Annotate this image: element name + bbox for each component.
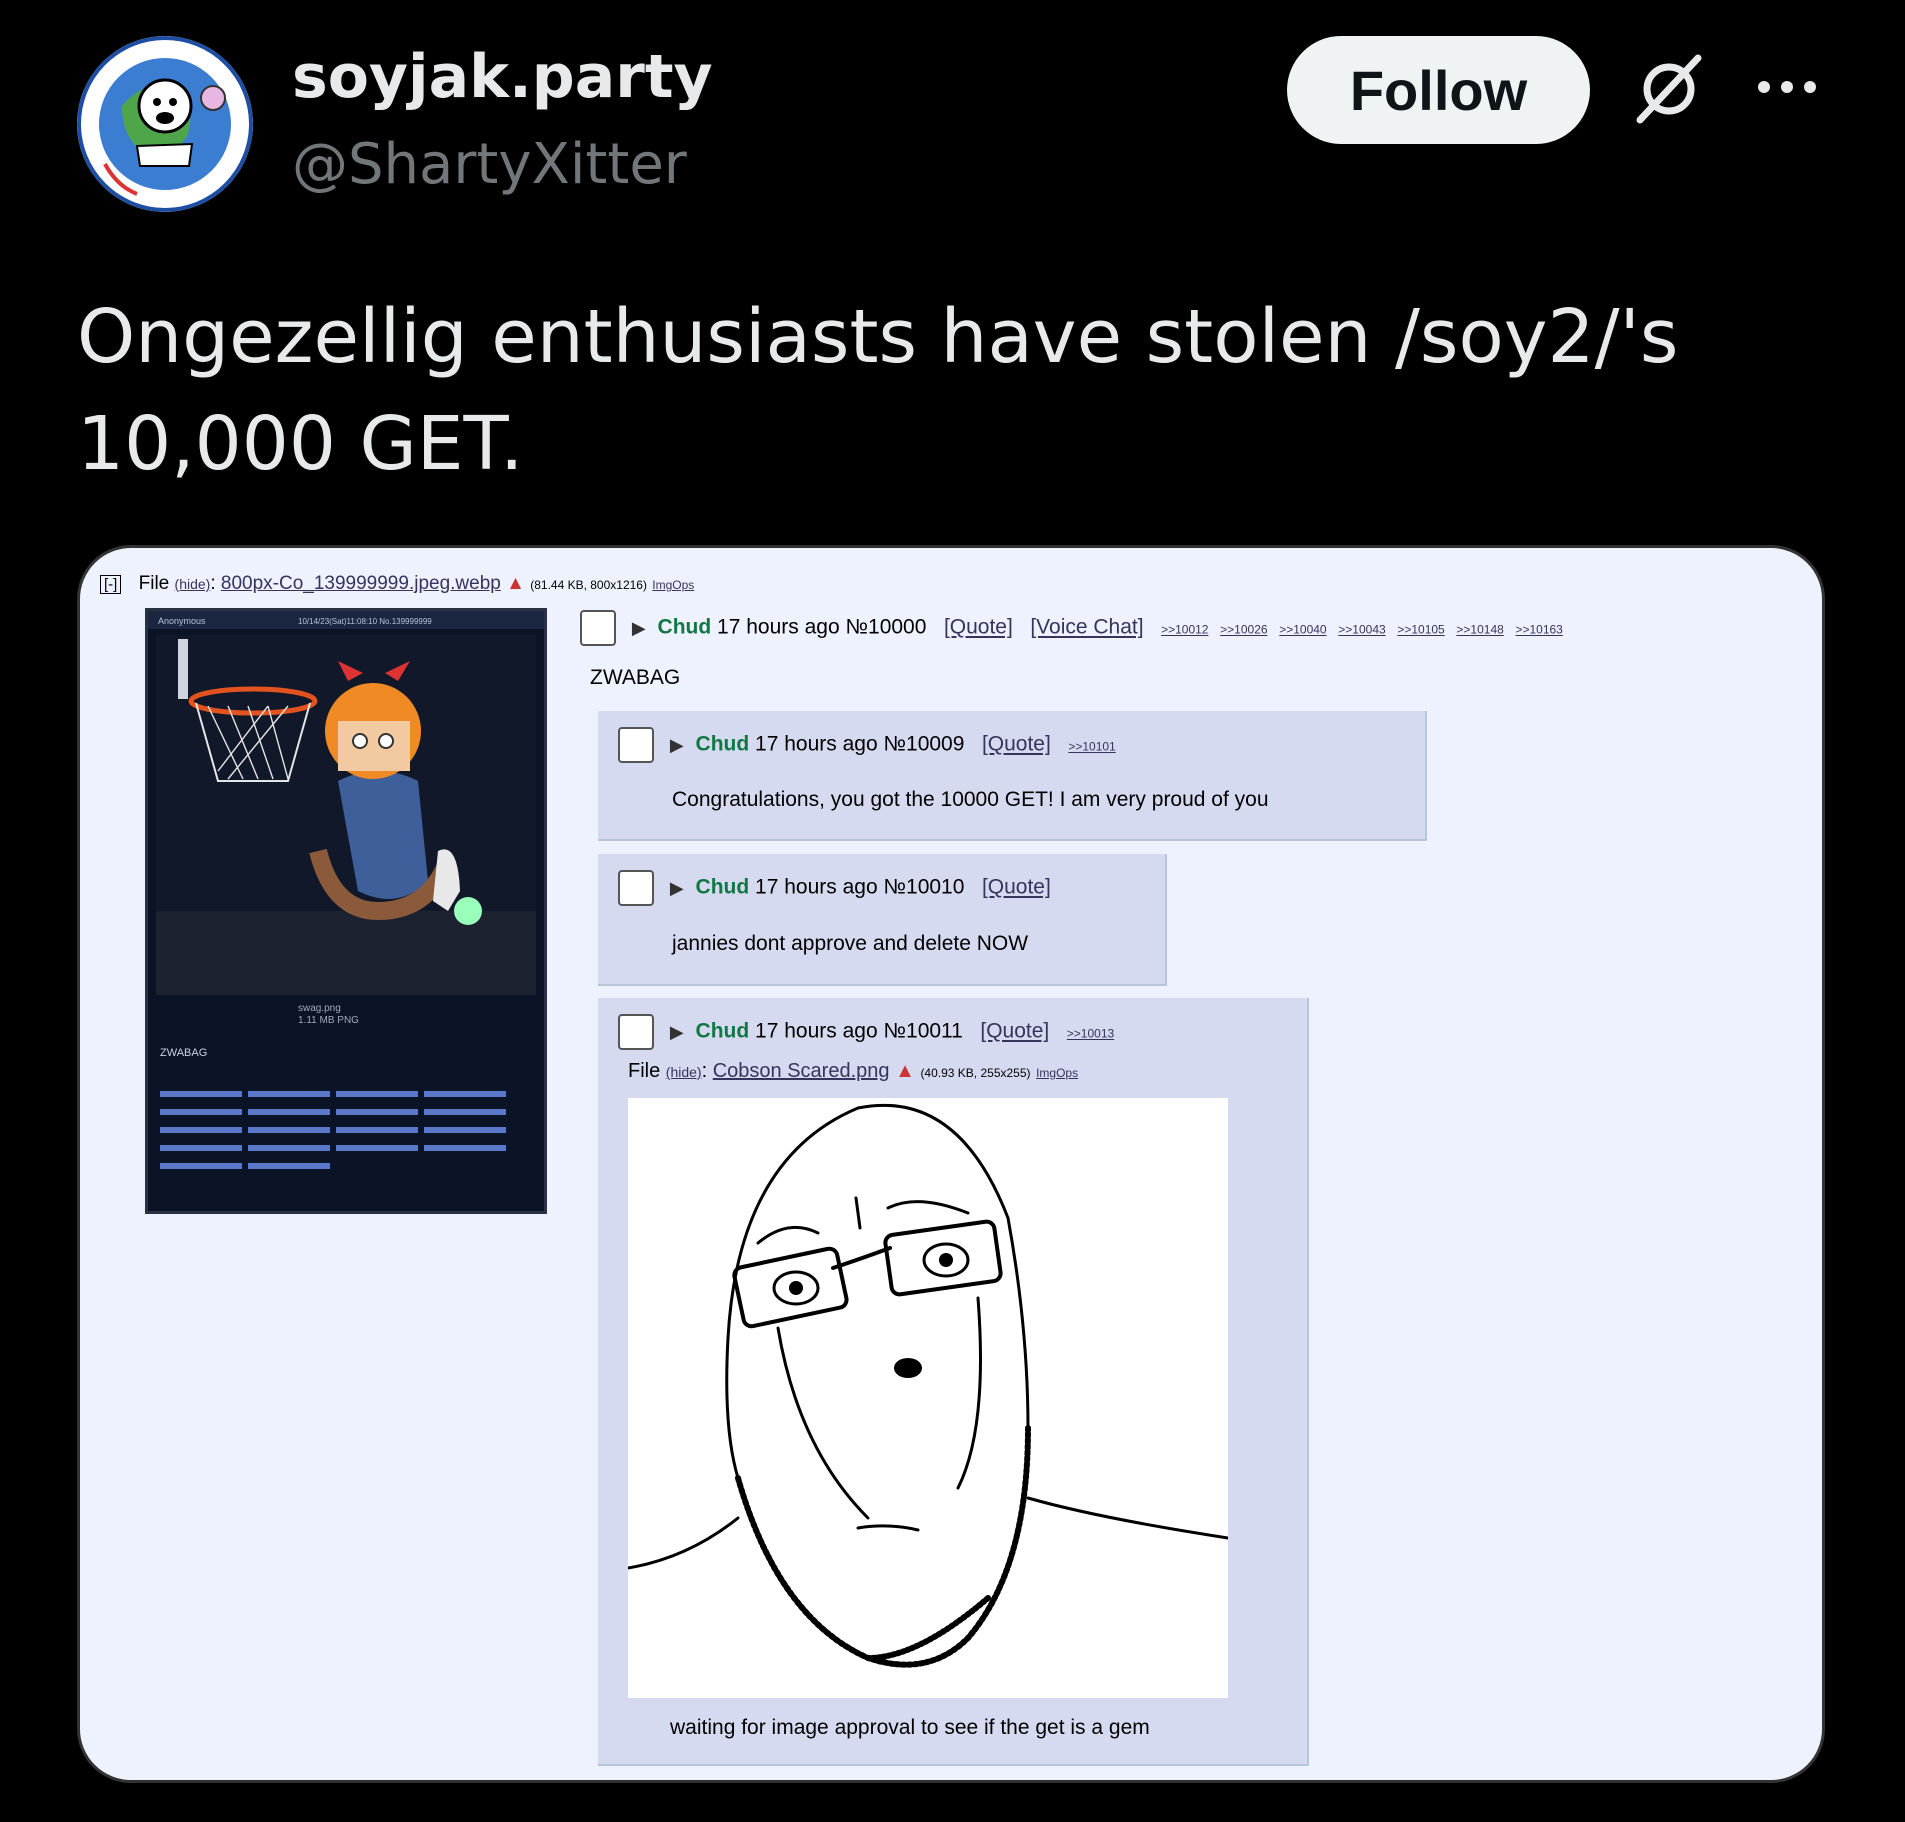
backlink[interactable]: >>10026: [1220, 623, 1267, 637]
post-menu-arrow-icon[interactable]: ▶: [670, 735, 684, 755]
op-name: Chud: [657, 615, 712, 639]
display-name[interactable]: soyjak.party: [292, 42, 713, 112]
soyjak-party-logo: [77, 36, 253, 212]
reply-post: ▶ Chud 17 hours ago №10011 [Quote] >>100…: [598, 998, 1309, 1766]
tweet-text: Ongezellig enthusiasts have stolen /soy2…: [77, 294, 1679, 487]
backlink[interactable]: >>10148: [1456, 623, 1503, 637]
op-comment: ZWABAG: [590, 666, 681, 689]
thumb-size: 1.11 MB PNG: [298, 1015, 359, 1026]
op-thumbnail[interactable]: Anonymous 10/14/23(Sat)11:08:10 No.13999…: [145, 608, 547, 1214]
backlink[interactable]: >>10013: [1067, 1027, 1114, 1041]
quote-link[interactable]: [Quote]: [982, 733, 1051, 756]
op-number[interactable]: №10000: [845, 616, 926, 639]
post-number[interactable]: №10010: [883, 876, 964, 899]
handle[interactable]: @ShartyXitter: [292, 132, 687, 197]
reply-comment: jannies dont approve and delete NOW: [672, 932, 1029, 955]
backlink[interactable]: >>10043: [1338, 623, 1385, 637]
more-icon[interactable]: [1752, 72, 1822, 102]
basketball-dunk-image: Anonymous 10/14/23(Sat)11:08:10 No.13999…: [148, 611, 544, 1169]
thumb-header-date: 10/14/23(Sat)11:08:10 No.139999999: [298, 617, 432, 626]
backlink[interactable]: >>10101: [1068, 740, 1115, 754]
backlink[interactable]: >>10105: [1397, 623, 1444, 637]
download-icon[interactable]: ▲: [506, 573, 525, 594]
op-fileinfo: (81.44 KB, 800x1216): [530, 578, 647, 592]
reply-fileinfo: (40.93 KB, 255x255): [920, 1066, 1031, 1080]
op-post-header: ▶ Chud 17 hours ago №10000 [Quote] [Voic…: [580, 610, 1563, 646]
reply-checkbox[interactable]: [618, 727, 654, 763]
grok-icon[interactable]: [1632, 52, 1706, 126]
post-number[interactable]: №10009: [883, 733, 964, 756]
reply-checkbox[interactable]: [618, 1014, 654, 1050]
backlink[interactable]: >>10040: [1279, 623, 1326, 637]
avatar[interactable]: [77, 36, 253, 212]
backlink[interactable]: >>10163: [1515, 623, 1562, 637]
reply-comment: Congratulations, you got the 10000 GET! …: [672, 788, 1269, 811]
op-time: 17 hours ago: [717, 615, 840, 639]
quote-link[interactable]: [Quote]: [982, 876, 1051, 899]
reply-header: ▶ Chud 17 hours ago №10011 [Quote] >>100…: [618, 1014, 1114, 1050]
op-voice-chat-link[interactable]: [Voice Chat]: [1030, 616, 1143, 639]
reply-header: ▶ Chud 17 hours ago №10010 [Quote]: [618, 870, 1051, 906]
imgops-link[interactable]: ImgOps: [652, 578, 694, 592]
thumb-header-name: Anonymous: [158, 616, 206, 626]
imgops-link[interactable]: ImgOps: [1036, 1066, 1078, 1080]
reply-post: ▶ Chud 17 hours ago №10009 [Quote] >>101…: [598, 711, 1427, 841]
reply-post: ▶ Chud 17 hours ago №10010 [Quote] janni…: [598, 854, 1167, 986]
follow-button[interactable]: Follow: [1287, 36, 1590, 144]
op-file-line: [-] File (hide): 800px-Co_139999999.jpeg…: [100, 573, 694, 595]
soyjak-face-drawing: [626, 1103, 1230, 1668]
thumb-file: swag.png: [298, 1003, 341, 1014]
cobson-scared-image[interactable]: [626, 1098, 1230, 1698]
backlink[interactable]: >>10012: [1161, 623, 1208, 637]
collapse-button[interactable]: [-]: [100, 575, 122, 594]
post-menu-arrow-icon[interactable]: ▶: [632, 618, 646, 638]
reply-header: ▶ Chud 17 hours ago №10009 [Quote] >>101…: [618, 727, 1116, 763]
reply-checkbox[interactable]: [618, 870, 654, 906]
hide-link[interactable]: (hide): [175, 576, 211, 592]
reply-filename-link[interactable]: Cobson Scared.png: [713, 1060, 890, 1082]
reply-file-line: File (hide): Cobson Scared.png ▲ (40.93 …: [628, 1060, 1079, 1082]
op-quote-link[interactable]: [Quote]: [944, 616, 1013, 639]
thumb-comment: ZWABAG: [160, 1047, 207, 1059]
post-menu-arrow-icon[interactable]: ▶: [670, 878, 684, 898]
post-menu-arrow-icon[interactable]: ▶: [670, 1022, 684, 1042]
reply-comment: waiting for image approval to see if the…: [670, 1716, 1150, 1739]
post-number[interactable]: №10011: [883, 1020, 962, 1043]
op-checkbox[interactable]: [580, 610, 616, 646]
quote-link[interactable]: [Quote]: [980, 1020, 1049, 1043]
hide-link[interactable]: (hide): [666, 1064, 702, 1080]
op-filename-link[interactable]: 800px-Co_139999999.jpeg.webp: [221, 573, 501, 594]
download-icon[interactable]: ▲: [895, 1060, 915, 1082]
attached-image[interactable]: [-] File (hide): 800px-Co_139999999.jpeg…: [77, 545, 1825, 1783]
